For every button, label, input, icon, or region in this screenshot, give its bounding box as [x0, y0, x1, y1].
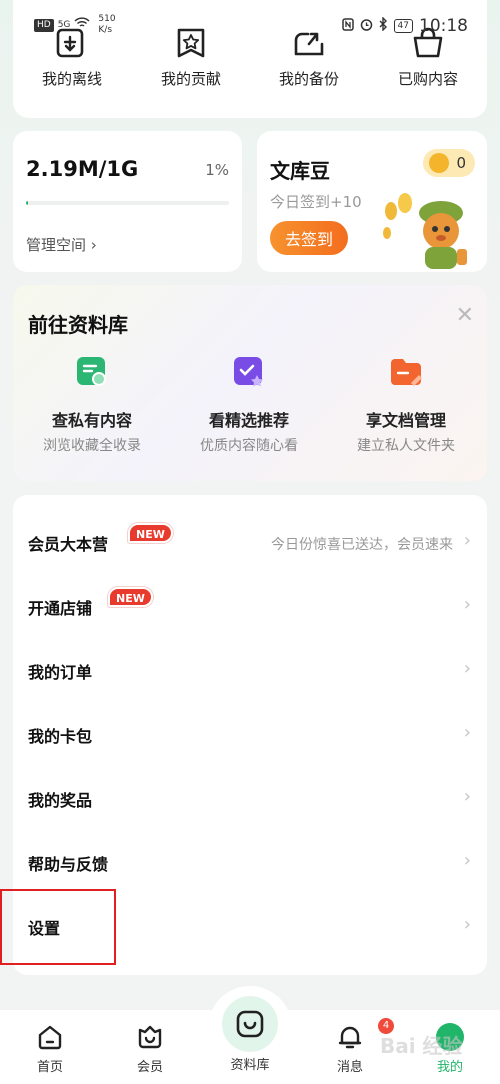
library-icon[interactable] [222, 996, 278, 1052]
chevron-right-icon: › [463, 914, 471, 935]
library-item-featured[interactable]: 看精选推荐 优质内容随心看 [174, 355, 324, 455]
menu-item-card-wallet[interactable]: 我的卡包 › [13, 701, 487, 765]
signal-indicator: 5G [57, 20, 71, 30]
menu-item-label: 我的卡包 [28, 727, 93, 746]
document-folder-icon [389, 355, 423, 389]
library-item-title: 查私有内容 [51, 411, 132, 430]
tab-label: 资料库 [230, 1058, 270, 1073]
library-promo-title: 前往资料库 [28, 313, 128, 337]
coin-count: 0 [456, 154, 466, 172]
library-item-desc: 优质内容随心看 [200, 438, 298, 454]
coin-title: 文库豆 [270, 159, 330, 183]
menu-item-label: 会员大本营 [28, 535, 109, 554]
quick-action-label: 我的贡献 [160, 70, 221, 88]
home-icon [35, 1022, 65, 1052]
menu-item-label: 开通店铺 [28, 599, 93, 618]
library-promo-card: 前往资料库 ✕ 查私有内容 浏览收藏全收录 看精选推荐 优质内容随心看 享文档管… [13, 285, 487, 481]
member-icon [135, 1022, 165, 1052]
library-item-folder[interactable]: 享文档管理 建立私人文件夹 [331, 355, 481, 455]
storage-card[interactable]: 2.19M/1G 1% 管理空间 › [13, 131, 242, 272]
status-bar: HD 5G 510 K/s 47 10:18 [0, 14, 500, 42]
network-speed-value: 510 [98, 14, 116, 24]
wifi-icon [74, 17, 90, 33]
chevron-right-icon: › [463, 722, 471, 743]
menu-list: 会员大本营 NEW 今日份惊喜已送达，会员速来 › 开通店铺 NEW › 我的订… [0, 495, 487, 975]
chevron-right-icon: › [463, 850, 471, 871]
library-item-desc: 建立私人文件夹 [357, 438, 455, 454]
tab-label: 会员 [136, 1060, 163, 1075]
library-item-title: 看精选推荐 [208, 411, 289, 430]
library-item-private[interactable]: 查私有内容 浏览收藏全收录 [17, 355, 167, 455]
tab-library[interactable]: 资料库 [210, 1054, 290, 1073]
tab-label: 消息 [336, 1060, 363, 1075]
menu-item-open-store[interactable]: 开通店铺 NEW › [13, 573, 487, 637]
quick-action-label: 已购内容 [397, 70, 458, 88]
menu-item-help-feedback[interactable]: 帮助与反馈 › [13, 829, 487, 893]
menu-item-member-camp[interactable]: 会员大本营 NEW 今日份惊喜已送达，会员速来 › [13, 509, 487, 573]
tab-member[interactable]: 会员 [110, 1022, 190, 1075]
tab-home[interactable]: 首页 [10, 1022, 90, 1075]
storage-amount: 2.19M/1G [26, 157, 139, 181]
chevron-right-icon: › [463, 594, 471, 615]
storage-progress-bar [26, 201, 229, 205]
watermark: Bai 经验 [380, 1034, 463, 1058]
battery-indicator: 47 [393, 19, 413, 33]
clock: 10:18 [419, 16, 468, 36]
nfc-icon [341, 17, 354, 35]
coin-balance-badge[interactable]: 0 [423, 149, 475, 177]
quick-action-label: 我的离线 [41, 70, 102, 88]
coin-card: 文库豆 0 今日签到+10 去签到 [257, 131, 487, 272]
manage-space-link[interactable]: 管理空间 › [26, 234, 97, 255]
settings-highlight-box [0, 889, 116, 965]
storage-progress-fill [26, 201, 29, 205]
tab-label: 首页 [36, 1060, 63, 1075]
network-speed-unit: K/s [98, 25, 113, 35]
coin-icon [429, 153, 449, 173]
coin-subtitle: 今日签到+10 [270, 193, 362, 211]
chevron-right-icon: › [463, 786, 471, 807]
menu-item-label: 我的订单 [28, 663, 93, 682]
chevron-right-icon: › [463, 658, 471, 679]
new-badge: NEW [128, 523, 173, 543]
alarm-icon [360, 18, 373, 35]
bell-icon: 4 [335, 1018, 394, 1052]
mascot-illustration [381, 193, 473, 272]
chevron-right-icon: › [463, 530, 471, 551]
library-item-desc: 浏览收藏全收录 [43, 438, 141, 454]
checkin-button[interactable]: 去签到 [270, 221, 348, 255]
tab-messages[interactable]: 4 消息 [310, 1018, 394, 1075]
menu-item-label: 我的奖品 [28, 791, 93, 810]
menu-item-label: 帮助与反馈 [28, 855, 109, 874]
quick-action-label: 我的备份 [278, 70, 339, 88]
close-icon[interactable]: ✕ [456, 303, 474, 328]
featured-recommend-icon [232, 355, 266, 389]
library-item-title: 享文档管理 [365, 411, 446, 430]
menu-item-orders[interactable]: 我的订单 › [13, 637, 487, 701]
menu-item-hint: 今日份惊喜已送达，会员速来 [271, 537, 453, 553]
hd-indicator: HD [34, 18, 54, 32]
new-badge: NEW [108, 587, 153, 607]
menu-item-prizes[interactable]: 我的奖品 › [13, 765, 487, 829]
bluetooth-icon [379, 16, 388, 35]
network-speed: 510 K/s [98, 14, 115, 36]
storage-percent: 1% [205, 161, 229, 179]
private-content-icon [75, 355, 109, 389]
